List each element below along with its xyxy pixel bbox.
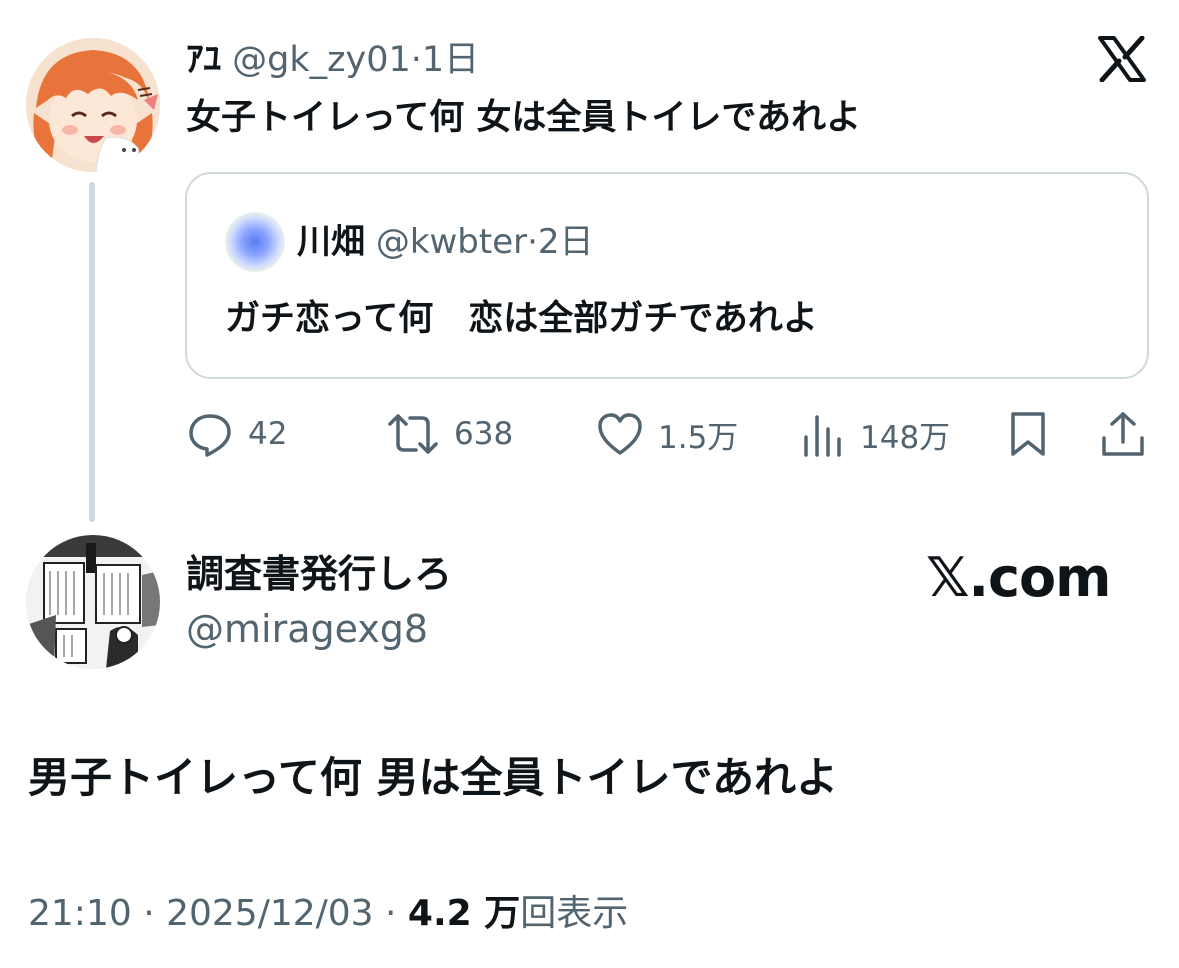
- share-icon: [1102, 412, 1144, 456]
- reply-button[interactable]: 42: [186, 408, 287, 460]
- parent-author-handle-time[interactable]: @gk_zy01·1日: [232, 40, 479, 80]
- repost-button[interactable]: 638: [386, 408, 513, 460]
- thread-connector-line: [89, 182, 95, 522]
- x-com-watermark: 𝕏.com: [926, 546, 1111, 609]
- quoted-tweet-card[interactable]: 川畑 @kwbter·2日 ガチ恋って何 恋は全部ガチであれよ: [185, 172, 1149, 379]
- like-count: 1.5万: [658, 419, 739, 456]
- bookmark-button[interactable]: [1008, 408, 1048, 460]
- reply-count: 42: [248, 416, 288, 452]
- quoted-author-avatar[interactable]: [225, 212, 285, 272]
- views-count: 148万: [860, 419, 951, 456]
- parent-tweet-text: 女子トイレって何 女は全員トイレであれよ: [186, 98, 862, 138]
- quoted-tweet-text: ガチ恋って何 恋は全部ガチであれよ: [225, 299, 818, 339]
- tweet-timestamp[interactable]: 21:10 · 2025/12/03 ·: [28, 893, 408, 934]
- parent-author-avatar[interactable]: [26, 38, 160, 172]
- like-button[interactable]: 1.5万: [596, 408, 738, 460]
- quoted-author-name: 川畑: [297, 222, 365, 262]
- quoted-author-handle-time: @kwbter·2日: [375, 222, 594, 262]
- tweet-view-label: 回表示: [520, 893, 629, 934]
- anime-avatar-image: [26, 38, 160, 172]
- main-author-avatar[interactable]: [26, 535, 160, 669]
- tweet-view-count: 4.2 万: [407, 893, 521, 934]
- share-button[interactable]: [1100, 408, 1146, 460]
- views-button[interactable]: 148万: [802, 408, 950, 460]
- main-author-name[interactable]: 調査書発行しろ: [186, 550, 452, 598]
- main-tweet-text: 男子トイレって何 男は全員トイレであれよ: [28, 753, 839, 802]
- main-author-handle[interactable]: @miragexg8: [186, 605, 428, 653]
- parent-author-name[interactable]: ｱﾕ: [186, 40, 221, 80]
- x-logo-icon: [1098, 35, 1146, 83]
- manga-avatar-image: [26, 535, 160, 669]
- repost-icon: [388, 414, 438, 454]
- views-icon: [804, 415, 841, 457]
- tweet-meta-footer: 21:10 · 2025/12/03 · 4.2 万回表示: [28, 890, 628, 938]
- repost-count: 638: [454, 416, 514, 452]
- reply-icon: [189, 414, 231, 457]
- bookmark-icon: [1011, 412, 1045, 456]
- parent-tweet-header: ｱﾕ @gk_zy01·1日: [186, 38, 479, 82]
- quoted-tweet-header: 川畑 @kwbter·2日: [297, 220, 594, 264]
- like-icon: [598, 413, 642, 455]
